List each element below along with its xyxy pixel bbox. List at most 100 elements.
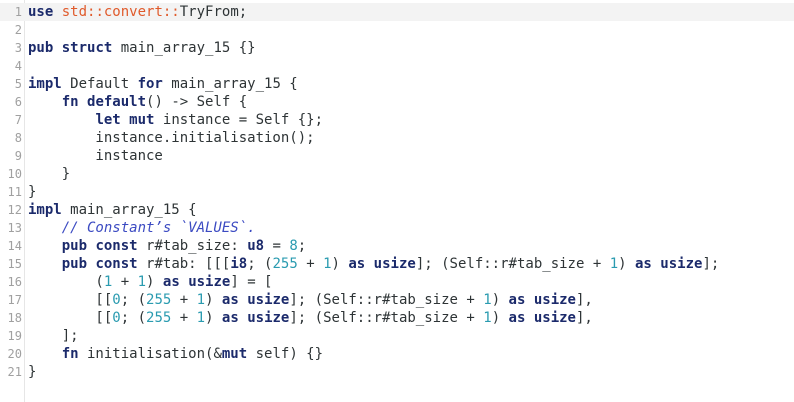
code-text[interactable]: // Constant’s `VALUES`.	[28, 219, 256, 237]
code-line[interactable]: 15 pub const r#tab: [[[i8; (255 + 1) as …	[0, 255, 794, 273]
code-token: 0	[112, 310, 121, 326]
line-number: 21	[7, 365, 22, 379]
code-token: pub	[61, 256, 88, 272]
code-text[interactable]: impl Default for main_array_15 {	[28, 75, 298, 93]
code-line[interactable]: 7 let mut instance = Self {};	[0, 111, 794, 129]
code-token: pub	[28, 40, 54, 56]
code-text[interactable]: let mut instance = Self {};	[28, 111, 323, 129]
code-line[interactable]: 11}	[0, 183, 794, 201]
line-number: 2	[14, 23, 22, 37]
code-token: () -> Self {	[146, 94, 248, 110]
code-text[interactable]: }	[28, 363, 36, 381]
code-token: ; (	[120, 310, 147, 326]
code-token: ]; (Self::r#tab_size +	[289, 292, 484, 308]
code-text[interactable]: (1 + 1) as usize] = [	[28, 273, 272, 291]
code-token: as	[162, 274, 180, 290]
code-token: +	[171, 292, 197, 308]
code-token: (	[28, 274, 104, 290]
code-line[interactable]: 19 ];	[0, 327, 794, 345]
code-token: main_array_15 {	[162, 76, 298, 92]
code-token: }	[28, 184, 37, 200]
code-token: mut	[129, 112, 155, 128]
code-text[interactable]: pub const r#tab_size: u8 = 8;	[28, 237, 307, 255]
code-token: )	[618, 256, 635, 272]
code-line[interactable]: 13 // Constant’s `VALUES`.	[0, 219, 794, 237]
code-token: [[	[28, 292, 113, 308]
code-line[interactable]: 9 instance	[0, 147, 794, 165]
code-token: 1	[483, 292, 492, 308]
code-token: r#tab_size:	[137, 238, 248, 254]
code-text[interactable]: instance	[28, 147, 162, 165]
code-token: usize	[533, 310, 576, 326]
line-number: 5	[14, 77, 22, 91]
code-token: 1	[609, 256, 619, 272]
line-number: 14	[7, 239, 22, 253]
code-text[interactable]: }	[28, 165, 70, 183]
code-token: ];	[702, 256, 720, 272]
code-text[interactable]: use std::convert::TryFrom;	[28, 3, 247, 21]
line-number: 20	[7, 347, 22, 361]
code-line[interactable]: 21}	[0, 363, 794, 381]
code-line[interactable]: 14 pub const r#tab_size: u8 = 8;	[0, 237, 794, 255]
code-text[interactable]: pub struct main_array_15 {}	[28, 39, 256, 57]
code-text[interactable]: impl main_array_15 {	[28, 201, 197, 219]
code-token: TryFrom;	[179, 4, 248, 20]
code-text[interactable]: }	[28, 183, 36, 201]
code-token: ],	[576, 310, 593, 326]
code-token: let	[95, 112, 121, 128]
code-token: main_array_15 {	[61, 202, 197, 218]
code-token: initialisation(&	[78, 346, 222, 362]
code-token: 0	[112, 292, 121, 308]
line-number: 18	[7, 311, 22, 325]
line-number: 8	[14, 131, 22, 145]
code-line[interactable]: 3 pub struct main_array_15 {}	[0, 39, 794, 57]
code-token: )	[146, 274, 163, 290]
code-line[interactable]: 20 fn initialisation(&mut self) {}	[0, 345, 794, 363]
code-line[interactable]: 1 use std::convert::TryFrom;	[0, 3, 794, 21]
code-token: as	[508, 310, 526, 326]
code-line[interactable]: 18 [[0; (255 + 1) as usize]; (Self::r#ta…	[0, 309, 794, 327]
code-token: i8	[230, 256, 248, 272]
code-token: usize	[247, 310, 290, 326]
code-editor[interactable]: 1 use std::convert::TryFrom;23 pub struct …	[0, 0, 794, 402]
code-text[interactable]: [[0; (255 + 1) as usize]; (Self::r#tab_s…	[28, 309, 593, 327]
code-token: fn	[61, 346, 79, 362]
code-line[interactable]: 12 impl main_array_15 {	[0, 201, 794, 219]
line-number: 19	[7, 329, 22, 343]
code-text[interactable]: fn default() -> Self {	[28, 93, 247, 111]
code-text[interactable]: pub const r#tab: [[[i8; (255 + 1) as usi…	[28, 255, 720, 273]
code-line[interactable]: 5 impl Default for main_array_15 {	[0, 75, 794, 93]
code-token: impl	[28, 202, 62, 218]
code-text[interactable]: ];	[28, 327, 79, 345]
code-line[interactable]: 6 fn default() -> Self {	[0, 93, 794, 111]
code-token: usize	[247, 292, 290, 308]
code-line[interactable]: 17 [[0; (255 + 1) as usize]; (Self::r#ta…	[0, 291, 794, 309]
code-text[interactable]: instance.initialisation();	[28, 129, 314, 147]
code-line[interactable]: 10 }	[0, 165, 794, 183]
code-token: 1	[137, 274, 147, 290]
code-token: +	[112, 274, 138, 290]
code-line[interactable]: 2	[0, 21, 794, 39]
code-text[interactable]: [[0; (255 + 1) as usize]; (Self::r#tab_s…	[28, 291, 592, 309]
line-number: 13	[7, 221, 22, 235]
code-text[interactable]: fn initialisation(&mut self) {}	[28, 345, 323, 363]
code-line[interactable]: 16 (1 + 1) as usize] = [	[0, 273, 794, 291]
code-line[interactable]: 8 instance.initialisation();	[0, 129, 794, 147]
code-line[interactable]: 4	[0, 57, 794, 75]
line-number: 11	[7, 185, 22, 199]
line-number: 1	[14, 5, 22, 19]
code-token: 1	[323, 256, 332, 272]
code-token: }	[28, 166, 71, 182]
code-token: [[	[28, 310, 113, 326]
